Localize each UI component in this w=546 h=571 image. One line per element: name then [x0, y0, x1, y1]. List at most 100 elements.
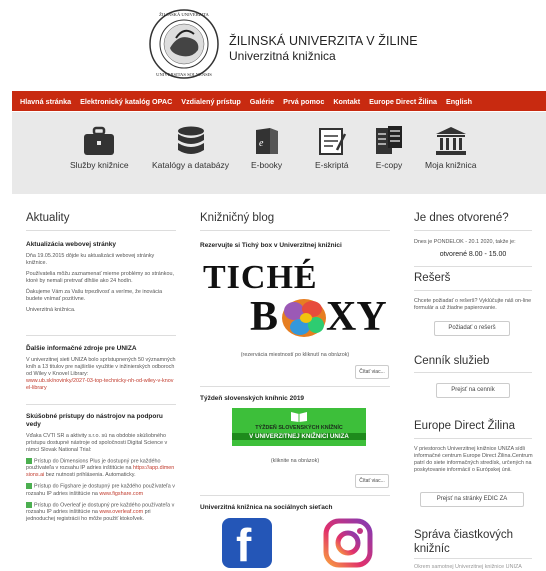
divider	[414, 290, 532, 291]
checkmark-icon	[26, 483, 32, 490]
news-bullet: Prístup do Figshare je dostupný pre každ…	[26, 483, 175, 497]
opening-hours-heading: Je dnes otvorené?	[414, 212, 509, 224]
nav-item-opac[interactable]: Elektronický katalóg OPAC	[80, 97, 172, 106]
briefcase-icon	[84, 126, 115, 155]
checkmark-icon	[26, 501, 32, 508]
quick-link-escripts[interactable]: E-skriptá	[315, 126, 349, 170]
colorful-brain-icon	[282, 299, 326, 337]
main-nav: Hlavná stránka Elektronický katalóg OPAC…	[12, 91, 546, 111]
branch-libraries-heading: Správa čiastkových knižníc	[414, 529, 514, 555]
news-link[interactable]: www.ub.sk/novinky/2027-03-top-technicky-…	[26, 378, 176, 392]
news-heading: Aktuality	[26, 212, 70, 224]
svg-text:UNIVERSITAS SOLNENSIS: UNIVERSITAS SOLNENSIS	[156, 72, 212, 77]
news-item-title[interactable]: Skúšobné prístupy do nástrojov na podpor…	[26, 413, 176, 429]
quick-link-label: E-skriptá	[315, 160, 349, 170]
nav-item-home[interactable]: Hlavná stránka	[20, 97, 71, 106]
news-text: Používatelia môžu zaznamenať mierne prob…	[26, 271, 174, 284]
database-icon	[177, 126, 204, 154]
quick-link-ebooks[interactable]: e E-booky	[251, 126, 282, 170]
facebook-icon[interactable]: f	[222, 518, 272, 570]
copy-document-icon	[376, 126, 402, 154]
branch-libraries-text: Okrem samotnej Univerzitnej knižnice UNI…	[414, 564, 522, 570]
price-list-button[interactable]: Prejsť na cenník	[436, 383, 510, 398]
news-text: V univerzitnej sieti UNIZA bolo sprístup…	[26, 357, 176, 377]
europe-direct-button[interactable]: Prejsť na stránky EDIC ZA	[420, 492, 524, 507]
university-name: ŽILINSKÁ UNIVERZITA V ŽILINE	[229, 34, 418, 48]
nav-item-contact[interactable]: Kontakt	[333, 97, 360, 106]
divider	[414, 372, 532, 373]
quiet-box-image[interactable]: TICHÉ B XY	[200, 255, 390, 351]
library-building-icon	[435, 127, 466, 155]
quick-link-label: Moja knižnica	[425, 160, 477, 170]
news-item: Ďalšie informačné zdroje pre UNIZA V uni…	[26, 345, 176, 392]
banner-text: TÝŽDEŇ SLOVENSKÝCH KNÍŽNÍC	[255, 425, 343, 431]
divider	[200, 230, 390, 231]
news-text: Ďakujeme Vám za Vašu trpezlivosť a verím…	[26, 289, 163, 302]
library-name: Univerzitná knižnica	[229, 49, 336, 63]
quick-link-my-library[interactable]: Moja knižnica	[425, 126, 477, 170]
quick-link-label: E-booky	[251, 160, 283, 170]
nav-item-english[interactable]: English	[446, 97, 472, 106]
notepad-icon	[318, 128, 346, 155]
nav-item-europe-direct[interactable]: Europe Direct Žilina	[369, 97, 437, 106]
svg-text:e: e	[259, 138, 264, 149]
image-caption: (kliknite na obrázok)	[270, 458, 320, 464]
news-text: Univerzitná knižnica.	[26, 307, 76, 313]
divider	[26, 404, 176, 405]
divider	[200, 495, 390, 496]
blog-heading: Knižničný blog	[200, 212, 275, 224]
news-link[interactable]: www.figshare.com	[99, 491, 143, 497]
blog-post-title[interactable]: Týždeň slovenských kníhnic 2019	[200, 395, 390, 403]
quiet-box-image-text: B	[250, 294, 279, 340]
quick-link-label: E-copy	[375, 160, 403, 170]
header: ŽILINSKÁ UNIVERZITA UNIVERSITAS SOLNENSI…	[0, 0, 546, 88]
library-week-banner[interactable]: TÝŽDEŇ SLOVENSKÝCH KNÍŽNÍC V UNIVERZITNE…	[232, 408, 366, 446]
checkmark-icon	[26, 458, 32, 464]
divider	[200, 386, 390, 387]
instagram-icon[interactable]	[322, 517, 374, 569]
research-heading: Rešerš	[414, 272, 451, 284]
research-text: Chcete požiadať o rešerš? Vyklúčujte náš…	[414, 298, 532, 311]
image-caption: (rezervácia miestností po kliknutí na ob…	[240, 352, 350, 358]
ebook-icon: e	[255, 128, 278, 154]
blog-post-title[interactable]: Univerzitná knižnica na sociálnych sieťa…	[200, 504, 390, 512]
news-bullet: Prístup do Overleaf je dostupný pre každ…	[26, 501, 175, 523]
divider	[26, 335, 176, 336]
news-item: Skúšobné prístupy do nástrojov na podpor…	[26, 413, 176, 523]
news-item-title[interactable]: Ďalšie informačné zdroje pre UNIZA	[26, 345, 176, 353]
news-text: Vďaka CVTI SR a aktivity s.r.o. sú na ob…	[26, 433, 168, 453]
opening-hours-value: otvorené 8.00 - 15.00	[439, 251, 507, 258]
news-link[interactable]: www.overleaf.com	[99, 509, 143, 515]
quiet-box-image-text: XY	[326, 294, 387, 340]
divider	[414, 266, 532, 267]
news-text: Dňa 19.05.2015 dôjde ku aktualizácii web…	[26, 253, 155, 266]
nav-item-remote-access[interactable]: Vzdialený prístup	[181, 97, 241, 106]
banner-text: V UNIVERZITNEJ KNIŽNICI UNIZA	[232, 433, 366, 440]
divider	[26, 230, 176, 231]
read-more-button[interactable]: Čítať viac...	[355, 474, 389, 488]
svg-text:ŽILINSKÁ UNIVERZITA: ŽILINSKÁ UNIVERZITA	[159, 12, 209, 17]
quick-links-bar: Služby knižnice Katalógy a databázy e E-…	[12, 112, 546, 194]
book-icon	[291, 412, 307, 422]
request-research-button[interactable]: Požiadať o rešerš	[434, 321, 510, 336]
quick-link-services[interactable]: Služby knižnice	[70, 126, 129, 170]
university-seal-logo[interactable]: ŽILINSKÁ UNIVERZITA UNIVERSITAS SOLNENSI…	[148, 8, 220, 80]
europe-direct-text: V priestoroch Univerzitnej knižnice UNIZ…	[414, 446, 533, 473]
divider	[414, 438, 532, 439]
quick-link-catalogs[interactable]: Katalógy a databázy	[152, 126, 229, 170]
nav-item-first-aid[interactable]: Prvá pomoc	[283, 97, 324, 106]
price-list-heading: Cenník služieb	[414, 355, 490, 367]
today-text: Dnes je PONDELOK - 20.1 2020, takže je:	[414, 239, 516, 245]
quiet-box-image-text: TICHÉ	[203, 259, 318, 296]
quick-link-label: Katalógy a databázy	[152, 160, 230, 170]
nav-item-galleries[interactable]: Galérie	[250, 97, 274, 106]
divider	[414, 230, 532, 231]
quick-link-label: Služby knižnice	[70, 160, 129, 170]
news-item: Aktualizácia webovej stránky Dňa 19.05.2…	[26, 241, 176, 314]
news-bullet: Prístup do Dimensions Plus je dostupný p…	[26, 458, 175, 479]
read-more-button[interactable]: Čítať viac...	[355, 365, 389, 379]
quick-link-ecopy[interactable]: E-copy	[374, 126, 404, 170]
blog-post-title[interactable]: Rezervujte si Tichý box v Univerzitnej k…	[200, 242, 390, 250]
europe-direct-heading: Europe Direct Žilina	[414, 420, 515, 432]
news-item-title[interactable]: Aktualizácia webovej stránky	[26, 241, 176, 249]
